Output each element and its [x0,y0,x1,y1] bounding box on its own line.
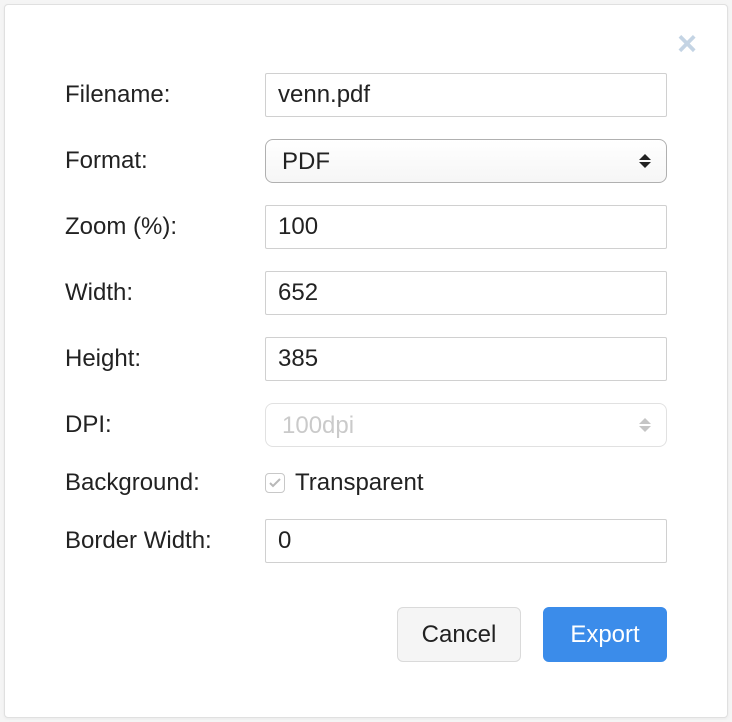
background-label: Background: [65,469,265,497]
width-label: Width: [65,279,265,307]
export-form: Filename: Format: PDF Zoom (%): [65,73,667,662]
filename-input[interactable] [265,73,667,117]
width-input[interactable] [265,271,667,315]
export-dialog: × Filename: Format: PDF Zo [4,4,728,718]
format-select[interactable]: PDF [265,139,667,183]
transparent-checkbox[interactable] [265,473,285,493]
close-icon[interactable]: × [677,27,697,61]
dpi-label: DPI: [65,411,265,439]
filename-label: Filename: [65,81,265,109]
cancel-button[interactable]: Cancel [397,607,521,662]
transparent-checkbox-label: Transparent [295,469,424,497]
dpi-select: 100dpi [265,403,667,447]
height-input[interactable] [265,337,667,381]
border-width-input[interactable] [265,519,667,563]
export-button[interactable]: Export [543,607,667,662]
check-icon [269,478,281,488]
height-label: Height: [65,345,265,373]
zoom-label: Zoom (%): [65,213,265,241]
border-width-label: Border Width: [65,527,265,555]
format-label: Format: [65,147,265,175]
zoom-input[interactable] [265,205,667,249]
